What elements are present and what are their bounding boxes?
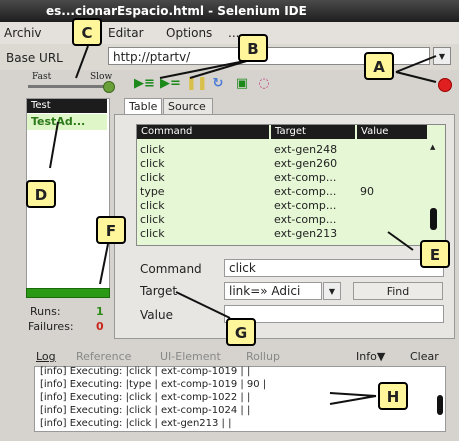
callout-f: F xyxy=(96,216,126,244)
callout-b: B xyxy=(238,34,268,62)
callout-a: A xyxy=(364,52,394,80)
callout-h: H xyxy=(378,382,408,410)
callout-c: C xyxy=(72,18,102,46)
callout-d: D xyxy=(26,180,56,208)
callout-e: E xyxy=(420,240,450,268)
callout-g: G xyxy=(226,318,256,346)
